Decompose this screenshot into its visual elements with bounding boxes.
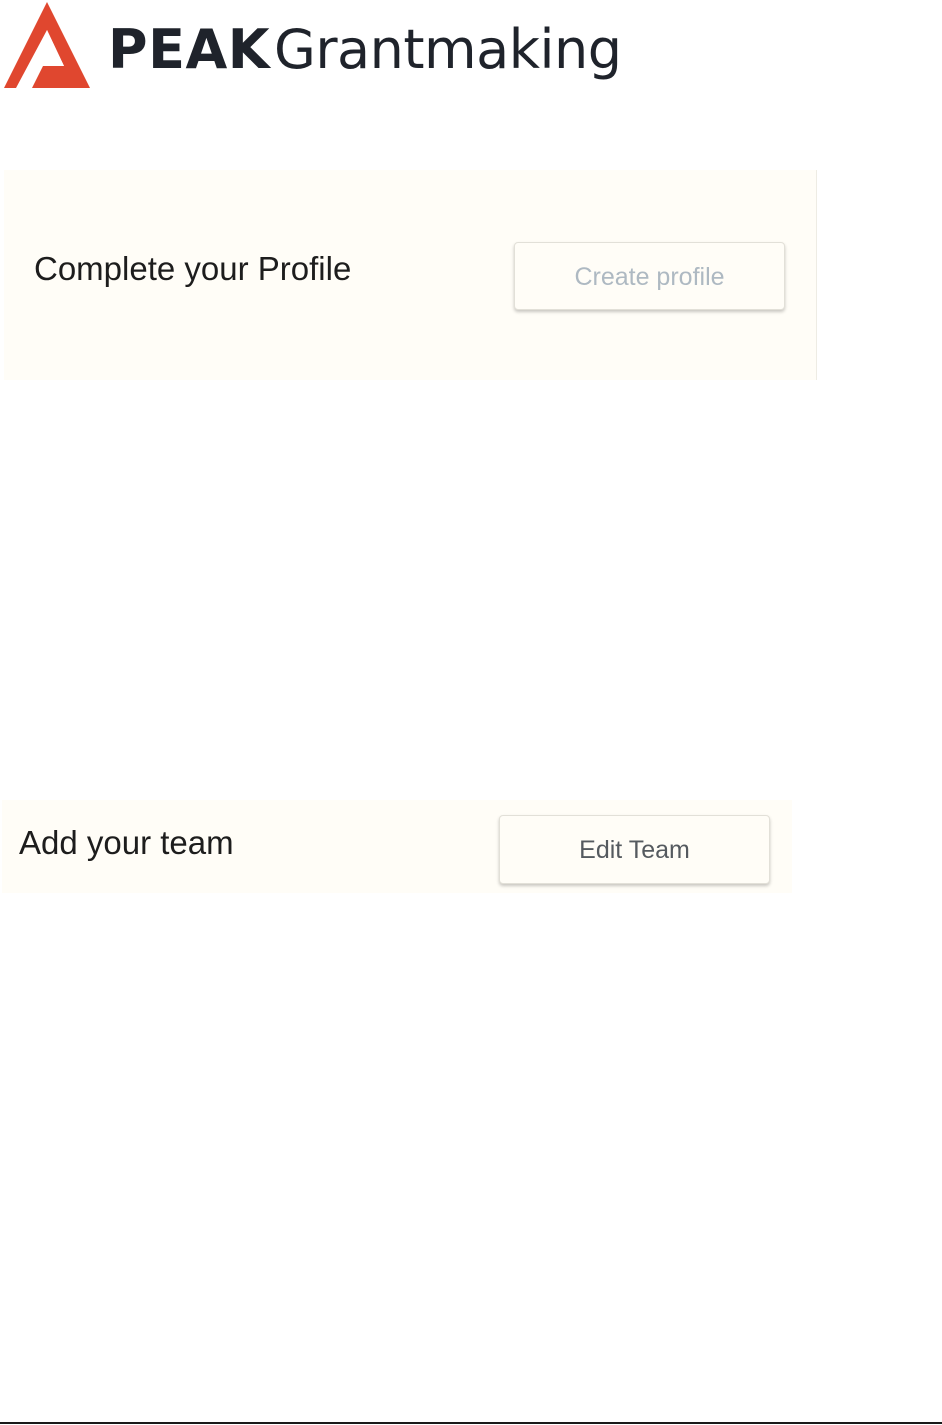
brand-logo: PEAK Grantmaking [2,0,622,92]
edit-team-button[interactable]: Edit Team [499,815,770,884]
create-profile-button[interactable]: Create profile [514,242,785,310]
team-card-title: Add your team [19,824,234,861]
peak-triangle-icon [4,2,90,88]
profile-card-title: Complete your Profile [34,250,352,287]
page-bottom-divider [0,1422,942,1424]
brand-name-light: Grantmaking [274,18,622,81]
profile-card: Complete your Profile Create profile [4,170,817,380]
team-card: Add your team Edit Team [2,800,792,893]
brand-name-bold: PEAK [108,18,271,81]
